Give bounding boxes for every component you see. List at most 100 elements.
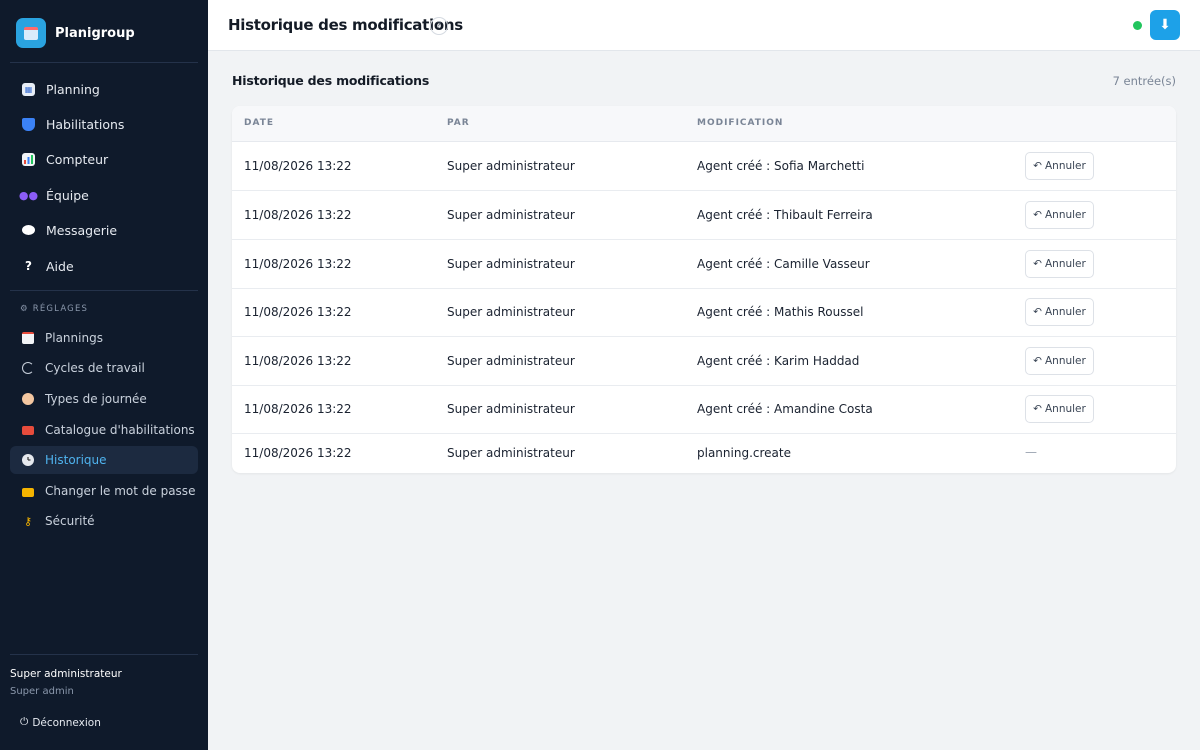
cell-par: Super administrateur [447, 208, 575, 222]
sub-label: Plannings [45, 331, 103, 345]
nav-label: Compteur [46, 151, 109, 167]
undo-icon: ↶ [1033, 258, 1042, 270]
cell-modification: Agent créé : Mathis Roussel [697, 305, 864, 319]
power-icon: ⏻ [20, 716, 29, 728]
calendar-icon: ▦ [22, 82, 35, 96]
cell-par: Super administrateur [447, 354, 575, 368]
key-icon: ⚷ [23, 514, 33, 528]
table-row: 11/08/2026 13:22 Super administrateur pl… [232, 434, 1176, 473]
sidebar-item-cycles[interactable]: Cycles de travail [10, 354, 198, 382]
question-icon: ? [25, 259, 32, 273]
cell-date: 11/08/2026 13:22 [244, 446, 352, 460]
palette-icon [22, 393, 34, 405]
entries-count: 7 entrée(s) [1112, 74, 1176, 88]
clock-icon [22, 454, 34, 466]
undo-label: Annuler [1044, 160, 1086, 172]
undo-button[interactable]: ↶ Annuler [1025, 250, 1094, 278]
status-dot [1133, 21, 1142, 30]
undo-label: Annuler [1044, 209, 1086, 221]
undo-icon: ↶ [1033, 160, 1042, 172]
undo-button[interactable]: ↶ Annuler [1025, 347, 1094, 375]
cell-date: 11/08/2026 13:22 [244, 354, 352, 368]
nav-label: Équipe [46, 187, 89, 203]
undo-icon: ↶ [1033, 403, 1042, 415]
cell-par: Super administrateur [447, 305, 575, 319]
refresh-icon [22, 362, 34, 374]
clipboard-icon [22, 332, 34, 344]
help-icon[interactable]: ? [430, 17, 448, 35]
table-row: 11/08/2026 13:22 Super administrateur Ag… [232, 191, 1176, 240]
download-icon: ⬇ [1159, 17, 1171, 33]
undo-label: Annuler [1044, 258, 1086, 270]
nav-item-equipe[interactable]: ●● Équipe [10, 180, 198, 210]
table-row: 11/08/2026 13:22 Super administrateur Ag… [232, 337, 1176, 386]
table-header: DATE PAR MODIFICATION [232, 106, 1176, 142]
undo-icon: ↶ [1033, 306, 1042, 318]
lock-icon [22, 488, 34, 497]
sub-label: Sécurité [45, 514, 95, 528]
divider [10, 654, 198, 655]
chat-bubble-icon [22, 225, 35, 235]
divider [10, 290, 198, 291]
sidebar-item-securite[interactable]: ⚷ Sécurité [10, 507, 198, 535]
cell-par: Super administrateur [447, 159, 575, 173]
cell-modification: Agent créé : Thibault Ferreira [697, 208, 873, 222]
nav-item-aide[interactable]: ? Aide [10, 251, 198, 281]
table-row: 11/08/2026 13:22 Super administrateur Ag… [232, 142, 1176, 191]
download-button[interactable]: ⬇ [1150, 10, 1180, 40]
undo-button[interactable]: ↶ Annuler [1025, 395, 1094, 423]
cell-date: 11/08/2026 13:22 [244, 257, 352, 271]
column-header-date: DATE [244, 118, 275, 128]
table-row: 11/08/2026 13:22 Super administrateur Ag… [232, 288, 1176, 337]
settings-section-label: ⚙ RÉGLAGES [20, 304, 89, 314]
undo-button[interactable]: ↶ Annuler [1025, 152, 1094, 180]
sidebar-item-catalogue[interactable]: Catalogue d'habilitations [10, 416, 198, 444]
cell-date: 11/08/2026 13:22 [244, 159, 352, 173]
no-action-dash: — [1025, 445, 1037, 459]
logout-button[interactable]: ⏻ Déconnexion [20, 716, 101, 729]
undo-icon: ↶ [1033, 355, 1042, 367]
nav-item-planning[interactable]: ▦ Planning [10, 74, 198, 104]
nav-item-compteur[interactable]: Compteur [10, 144, 198, 174]
cell-modification: Agent créé : Camille Vasseur [697, 257, 870, 271]
divider [10, 62, 198, 63]
sub-label: Changer le mot de passe [45, 484, 196, 498]
history-table: DATE PAR MODIFICATION 11/08/2026 13:22 S… [232, 106, 1176, 473]
undo-label: Annuler [1044, 403, 1086, 415]
sidebar-item-types-journee[interactable]: Types de journée [10, 385, 198, 413]
nav-label: Messagerie [46, 222, 118, 238]
undo-button[interactable]: ↶ Annuler [1025, 298, 1094, 326]
table-row: 11/08/2026 13:22 Super administrateur Ag… [232, 240, 1176, 289]
user-name: Super administrateur [10, 668, 122, 680]
sub-label: Cycles de travail [45, 361, 145, 375]
sidebar: Planigroup ▦ Planning Habilitations Comp… [0, 0, 208, 750]
cell-modification: Agent créé : Amandine Costa [697, 402, 873, 416]
logout-label: Déconnexion [32, 716, 101, 729]
sidebar-item-plannings[interactable]: Plannings [10, 324, 198, 352]
calendar-logo-icon [16, 18, 46, 48]
sidebar-item-mot-de-passe[interactable]: Changer le mot de passe [10, 477, 198, 505]
people-icon: ●● [18, 188, 39, 202]
nav-item-messagerie[interactable]: Messagerie [10, 215, 198, 245]
top-header: Historique des modifications ? ⬇ [208, 0, 1200, 51]
cell-date: 11/08/2026 13:22 [244, 305, 352, 319]
brand[interactable]: Planigroup [16, 18, 135, 48]
nav-label: Aide [46, 258, 74, 274]
sub-label: Types de journée [45, 392, 147, 406]
table-row: 11/08/2026 13:22 Super administrateur Ag… [232, 385, 1176, 434]
app-name: Planigroup [55, 25, 135, 41]
shield-icon [22, 117, 35, 131]
column-header-modification: MODIFICATION [697, 118, 784, 128]
column-header-par: PAR [447, 118, 470, 128]
section-title: Historique des modifications [232, 73, 430, 88]
cell-modification: planning.create [697, 446, 791, 460]
nav-item-habilitations[interactable]: Habilitations [10, 109, 198, 139]
cell-par: Super administrateur [447, 446, 575, 460]
nav-label: Habilitations [46, 116, 125, 132]
page-title: Historique des modifications [228, 16, 463, 34]
cell-date: 11/08/2026 13:22 [244, 208, 352, 222]
cell-date: 11/08/2026 13:22 [244, 402, 352, 416]
undo-button[interactable]: ↶ Annuler [1025, 201, 1094, 229]
sidebar-item-historique[interactable]: Historique [10, 446, 198, 474]
nav-label: Planning [46, 81, 100, 97]
